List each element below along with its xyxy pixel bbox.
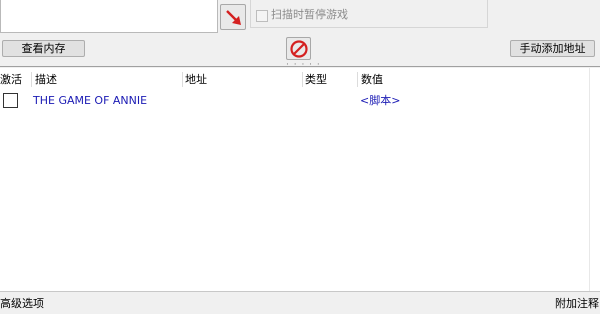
row-value[interactable]: <脚本> [360, 93, 400, 108]
stop-scan-button[interactable] [286, 37, 311, 60]
status-bar [0, 291, 600, 314]
column-header-type[interactable]: 类型 [302, 71, 357, 88]
column-header-description[interactable]: 描述 [32, 71, 182, 88]
pause-game-checkbox[interactable] [256, 10, 268, 22]
column-header-value[interactable]: 数值 [358, 71, 589, 88]
table-scrollbar[interactable] [589, 68, 600, 291]
stop-circle-icon [290, 40, 308, 58]
view-memory-button[interactable]: 查看内存 [2, 40, 85, 57]
pause-game-label: 扫描时暂停游戏 [271, 8, 348, 21]
column-header-active[interactable]: 激活 [0, 71, 31, 88]
splitter-grip[interactable]: · · · · · [286, 61, 321, 70]
select-process-button[interactable] [220, 4, 246, 30]
row-description[interactable]: THE GAME OF ANNIE [33, 93, 147, 108]
add-address-manually-button[interactable]: 手动添加地址 [510, 40, 595, 57]
red-arrow-icon [226, 10, 241, 25]
column-header-address[interactable]: 地址 [182, 71, 302, 88]
table-header: 激活 描述 地址 类型 数值 [0, 71, 589, 88]
process-list-area[interactable] [0, 0, 218, 33]
row-active-checkbox[interactable] [3, 93, 18, 108]
table-extras-button[interactable]: 附加注释 [555, 297, 599, 310]
advanced-options-button[interactable]: 高级选项 [0, 297, 44, 310]
